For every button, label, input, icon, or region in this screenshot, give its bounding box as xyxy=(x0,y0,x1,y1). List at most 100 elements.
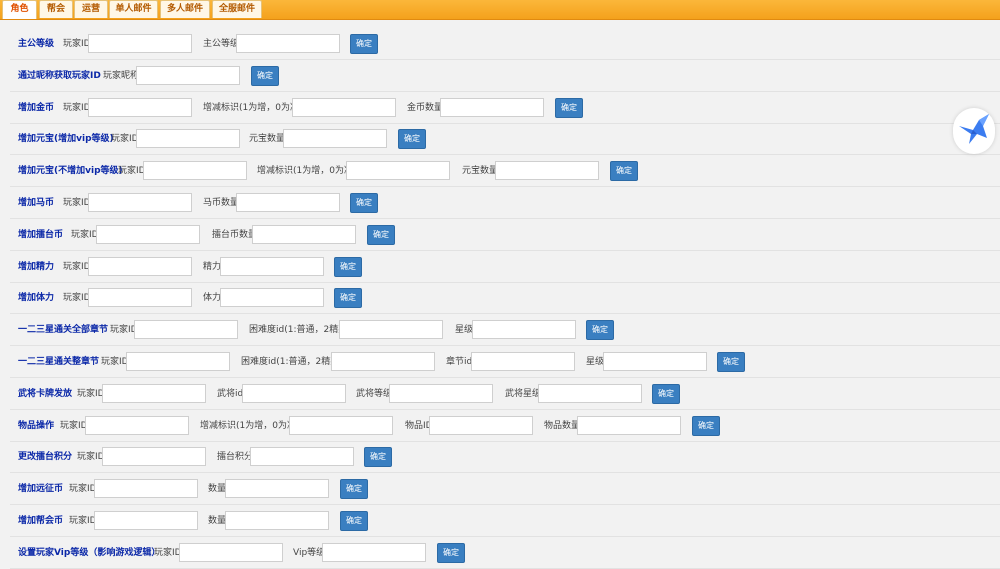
tab-bar: 角色 帮会 运营 单人邮件 多人邮件 全服邮件 xyxy=(0,0,1000,20)
row-title: 增加擂台币 xyxy=(18,229,64,240)
field-input[interactable] xyxy=(88,193,192,212)
field-input[interactable] xyxy=(136,65,240,85)
form-row: 一二三星通关整章节 玩家ID 困难度id(1:普通，2精英) 章节id 星级 确定 xyxy=(0,346,1000,378)
field-input[interactable] xyxy=(331,352,435,371)
field-label: 马币数量 xyxy=(203,198,240,208)
field-input[interactable] xyxy=(179,542,283,562)
confirm-button[interactable]: 确定 xyxy=(367,224,395,245)
field-input[interactable] xyxy=(289,415,393,435)
field-label: 星级 xyxy=(586,357,605,367)
field-input[interactable] xyxy=(440,97,544,117)
confirm-button[interactable]: 确定 xyxy=(610,161,638,182)
field-label: 玩家ID xyxy=(118,166,146,177)
row-title: 增加帮会币 xyxy=(18,516,64,526)
field-input[interactable] xyxy=(339,320,443,340)
tab-server-mail[interactable]: 全服邮件 xyxy=(212,0,262,18)
tab-operations[interactable]: 运营 xyxy=(74,0,108,18)
field-input[interactable] xyxy=(577,415,681,435)
confirm-button[interactable]: 确定 xyxy=(652,383,680,404)
row-title: 增加精力 xyxy=(18,261,55,272)
confirm-button[interactable]: 确定 xyxy=(251,65,279,86)
field-input[interactable] xyxy=(225,511,329,530)
field-input[interactable] xyxy=(94,511,198,530)
field-input[interactable] xyxy=(252,224,356,244)
field-input[interactable] xyxy=(346,161,450,181)
form-row: 增加元宝(增加vip等级) 玩家ID 元宝数量 确定 xyxy=(0,123,1000,156)
form-row: 增加金币 玩家ID 增减标识(1为增，0为减) 金币数量 确定 xyxy=(0,92,1000,124)
field-label: 数量 xyxy=(208,516,227,526)
field-input[interactable] xyxy=(472,320,576,340)
field-input[interactable] xyxy=(283,129,387,149)
field-input[interactable] xyxy=(136,129,240,149)
field-input[interactable] xyxy=(471,352,575,371)
field-label: 武将星级 xyxy=(505,388,542,399)
confirm-button[interactable]: 确定 xyxy=(692,415,720,436)
tab-multi-mail[interactable]: 多人邮件 xyxy=(160,0,210,18)
confirm-button[interactable]: 确定 xyxy=(586,320,614,341)
field-label: 星级 xyxy=(455,325,474,336)
field-input[interactable] xyxy=(236,34,340,53)
confirm-button[interactable]: 确定 xyxy=(334,256,362,277)
field-input[interactable] xyxy=(143,161,247,181)
field-label: 玩家ID xyxy=(63,102,91,113)
field-label: 增减标识(1为增，0为减) xyxy=(203,102,303,113)
field-input[interactable] xyxy=(88,256,192,276)
tab-single-mail[interactable]: 单人邮件 xyxy=(109,0,158,18)
tab-role[interactable]: 角色 xyxy=(2,0,37,19)
form-row: 通过昵称获取玩家ID 玩家昵称 确定 xyxy=(0,60,1000,92)
row-title: 增加体力 xyxy=(18,293,55,304)
field-input[interactable] xyxy=(85,415,189,435)
field-input[interactable] xyxy=(88,97,192,117)
field-label: 元宝数量 xyxy=(462,166,499,177)
field-input[interactable] xyxy=(236,193,340,212)
field-label: 武将id xyxy=(217,388,244,399)
confirm-button[interactable]: 确定 xyxy=(350,193,378,213)
confirm-button[interactable]: 确定 xyxy=(364,447,392,468)
field-input[interactable] xyxy=(322,542,426,562)
field-input[interactable] xyxy=(220,288,324,308)
field-input[interactable] xyxy=(225,479,329,499)
field-label: 玩家ID xyxy=(60,420,88,431)
row-title: 增加元宝(不增加vip等级) xyxy=(18,166,123,177)
field-input[interactable] xyxy=(250,447,354,467)
field-input[interactable] xyxy=(495,161,599,181)
form-row: 增加马币 玩家ID 马币数量 确定 xyxy=(0,187,1000,219)
field-input[interactable] xyxy=(102,447,206,467)
confirm-button[interactable]: 确定 xyxy=(437,542,465,563)
field-input[interactable] xyxy=(88,34,192,53)
field-input[interactable] xyxy=(242,383,346,403)
tab-guild[interactable]: 帮会 xyxy=(39,0,73,18)
confirm-button[interactable]: 确定 xyxy=(334,288,362,309)
field-input[interactable] xyxy=(389,383,493,403)
row-title: 一二三星通关整章节 xyxy=(18,357,100,367)
confirm-button[interactable]: 确定 xyxy=(340,479,368,500)
hummingbird-logo[interactable] xyxy=(953,108,995,154)
field-input[interactable] xyxy=(102,383,206,403)
row-title: 设置玩家Vip等级（影响游戏逻辑） xyxy=(18,547,161,558)
field-label: 武将等级 xyxy=(356,388,393,399)
row-title: 一二三星通关全部章节 xyxy=(18,325,109,336)
field-label: 玩家ID xyxy=(77,388,105,399)
field-input[interactable] xyxy=(94,479,198,499)
field-input[interactable] xyxy=(429,415,533,435)
form-row: 物品操作 玩家ID 增减标识(1为增，0为减) 物品ID 物品数量 确定 xyxy=(0,410,1000,442)
confirm-button[interactable]: 确定 xyxy=(350,34,378,54)
hummingbird-icon xyxy=(959,114,989,144)
field-input[interactable] xyxy=(88,288,192,308)
field-input[interactable] xyxy=(603,352,707,371)
field-input[interactable] xyxy=(220,256,324,276)
row-title: 武将卡牌发放 xyxy=(18,388,73,399)
confirm-button[interactable]: 确定 xyxy=(340,511,368,531)
field-input[interactable] xyxy=(292,97,396,117)
field-input[interactable] xyxy=(126,352,230,371)
field-input[interactable] xyxy=(134,320,238,340)
field-label: 精力 xyxy=(203,261,222,272)
confirm-button[interactable]: 确定 xyxy=(717,352,745,372)
field-input[interactable] xyxy=(96,224,200,244)
confirm-button[interactable]: 确定 xyxy=(398,129,426,150)
row-title: 通过昵称获取玩家ID xyxy=(18,70,101,81)
field-label: 玩家ID xyxy=(77,452,105,463)
field-label: 物品数量 xyxy=(544,420,581,431)
field-input[interactable] xyxy=(538,383,642,403)
confirm-button[interactable]: 确定 xyxy=(555,97,583,118)
